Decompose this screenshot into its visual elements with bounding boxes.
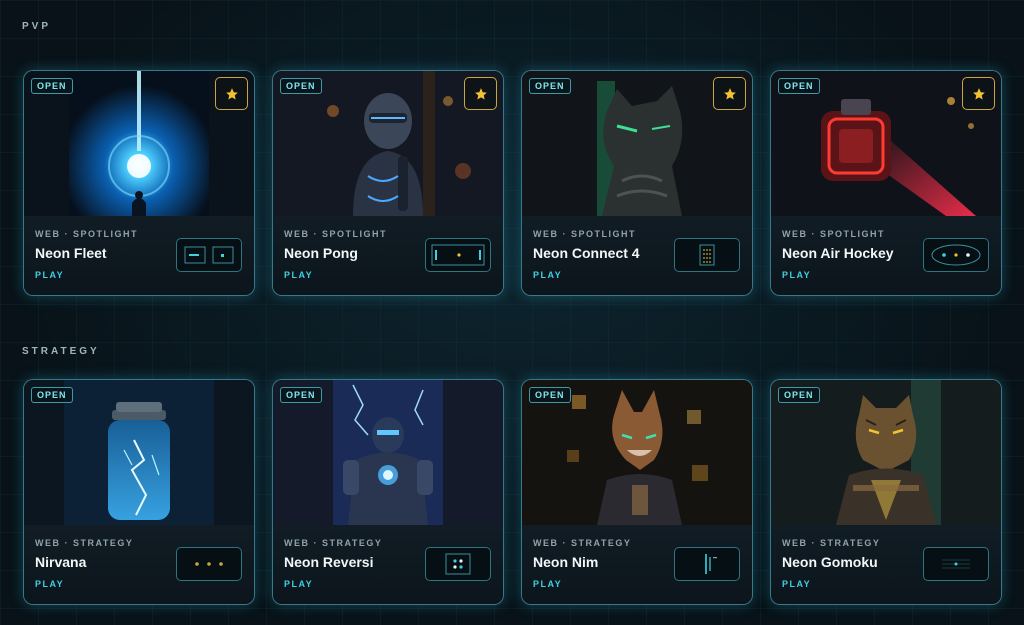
open-badge: OPEN: [31, 387, 73, 403]
game-card-neon-fleet[interactable]: OPEN WEB · SPOTLIGHT Neon Fleet PLAY: [23, 70, 255, 296]
play-link[interactable]: PLAY: [782, 270, 811, 280]
game-thumbnail: [176, 547, 242, 581]
game-card-neon-nim[interactable]: OPEN WEB · STRATEGY Neon Nim PLAY: [521, 379, 753, 605]
game-thumbnail: [425, 547, 491, 581]
card-meta: WEB · SPOTLIGHT: [533, 229, 636, 239]
card-info: WEB · STRATEGY Neon Reversi PLAY: [273, 525, 503, 604]
card-info: WEB · STRATEGY Neon Nim PLAY: [522, 525, 752, 604]
star-icon: [972, 87, 985, 100]
card-info: WEB · SPOTLIGHT Neon Connect 4 PLAY: [522, 216, 752, 295]
card-meta: WEB · SPOTLIGHT: [284, 229, 387, 239]
play-link[interactable]: PLAY: [284, 270, 313, 280]
section-title: PVP: [22, 21, 52, 32]
play-link[interactable]: PLAY: [284, 579, 313, 589]
star-icon: [474, 87, 487, 100]
game-title: Neon Gomoku: [782, 554, 878, 570]
game-card-neon-connect-4[interactable]: OPEN WEB · SPOTLIGHT Neon Connect 4 PLAY: [521, 70, 753, 296]
game-card-neon-reversi[interactable]: OPEN WEB · STRATEGY Neon Reversi PLAY: [272, 379, 504, 605]
card-meta: WEB · SPOTLIGHT: [782, 229, 885, 239]
favorite-button[interactable]: [962, 77, 995, 110]
open-badge: OPEN: [778, 387, 820, 403]
section-title: STRATEGY: [22, 346, 100, 357]
card-info: WEB · STRATEGY Neon Gomoku PLAY: [771, 525, 1001, 604]
game-card-neon-pong[interactable]: OPEN WEB · SPOTLIGHT Neon Pong PLAY: [272, 70, 504, 296]
star-icon: [723, 87, 736, 100]
game-title: Neon Reversi: [284, 554, 374, 570]
card-info: WEB · SPOTLIGHT Neon Air Hockey PLAY: [771, 216, 1001, 295]
card-info: WEB · SPOTLIGHT Neon Fleet PLAY: [24, 216, 254, 295]
card-meta: WEB · STRATEGY: [284, 538, 383, 548]
favorite-button[interactable]: [215, 77, 248, 110]
play-link[interactable]: PLAY: [782, 579, 811, 589]
card-meta: WEB · STRATEGY: [533, 538, 632, 548]
game-title: Neon Air Hockey: [782, 245, 894, 261]
game-thumbnail: [674, 547, 740, 581]
card-meta: WEB · SPOTLIGHT: [35, 229, 138, 239]
game-thumbnail: [923, 238, 989, 272]
game-thumbnail: [923, 547, 989, 581]
open-badge: OPEN: [280, 387, 322, 403]
favorite-button[interactable]: [464, 77, 497, 110]
game-thumbnail: [425, 238, 491, 272]
game-thumbnail: [674, 238, 740, 272]
game-title: Neon Connect 4: [533, 245, 640, 261]
play-link[interactable]: PLAY: [533, 579, 562, 589]
game-card-neon-gomoku[interactable]: OPEN WEB · STRATEGY Neon Gomoku PLAY: [770, 379, 1002, 605]
card-info: WEB · SPOTLIGHT Neon Pong PLAY: [273, 216, 503, 295]
game-title: Neon Pong: [284, 245, 358, 261]
play-link[interactable]: PLAY: [35, 579, 64, 589]
favorite-button[interactable]: [713, 77, 746, 110]
play-link[interactable]: PLAY: [35, 270, 64, 280]
open-badge: OPEN: [529, 387, 571, 403]
open-badge: OPEN: [280, 78, 322, 94]
card-meta: WEB · STRATEGY: [782, 538, 881, 548]
game-title: Neon Nim: [533, 554, 599, 570]
game-card-nirvana[interactable]: OPEN WEB · STRATEGY Nirvana PLAY: [23, 379, 255, 605]
open-badge: OPEN: [529, 78, 571, 94]
open-badge: OPEN: [31, 78, 73, 94]
card-meta: WEB · STRATEGY: [35, 538, 134, 548]
card-info: WEB · STRATEGY Nirvana PLAY: [24, 525, 254, 604]
game-card-neon-air-hockey[interactable]: OPEN WEB · SPOTLIGHT Neon Air Hockey PLA…: [770, 70, 1002, 296]
star-icon: [225, 87, 238, 100]
game-thumbnail: [176, 238, 242, 272]
play-link[interactable]: PLAY: [533, 270, 562, 280]
open-badge: OPEN: [778, 78, 820, 94]
game-title: Nirvana: [35, 554, 87, 570]
game-title: Neon Fleet: [35, 245, 107, 261]
